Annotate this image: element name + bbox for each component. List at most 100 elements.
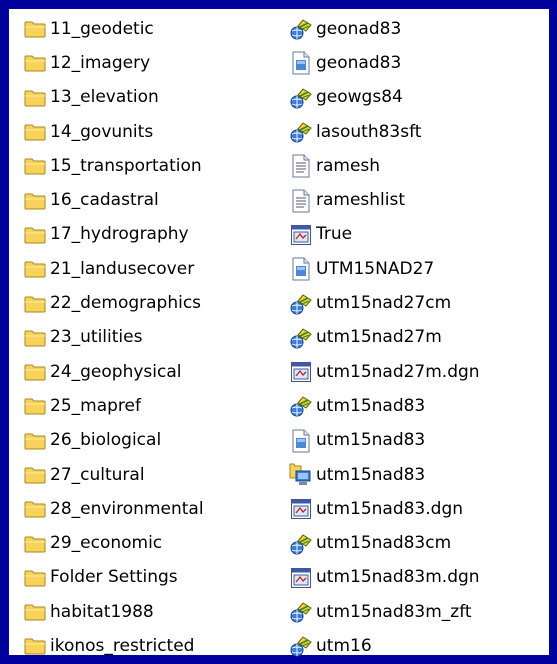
- folder-icon: [23, 360, 47, 384]
- file-item[interactable]: geowgs84: [289, 81, 547, 115]
- file-item-label: utm15nad83: [316, 395, 426, 416]
- folder-item[interactable]: Folder Settings: [23, 561, 283, 595]
- projection-file-icon: [289, 634, 313, 658]
- folder-icon: [23, 497, 47, 521]
- folder-item[interactable]: 14_govunits: [23, 115, 283, 149]
- file-item-label: geonad83: [316, 18, 402, 39]
- file-item[interactable]: utm15nad83: [289, 389, 547, 423]
- folder-item-label: 13_elevation: [50, 87, 159, 108]
- shortcut-monitor-icon: [289, 463, 313, 487]
- dgn-file-icon: [289, 497, 313, 521]
- folder-icon: [23, 600, 47, 624]
- text-file-icon: [289, 154, 313, 178]
- folder-item[interactable]: 24_geophysical: [23, 355, 283, 389]
- folder-item[interactable]: 13_elevation: [23, 81, 283, 115]
- folder-item-label: 26_biological: [50, 430, 162, 451]
- folder-icon: [23, 17, 47, 41]
- file-item-label: utm15nad27cm: [316, 293, 452, 314]
- file-item-label: ramesh: [316, 155, 381, 176]
- folder-item[interactable]: 17_hydrography: [23, 218, 283, 252]
- folder-icon: [23, 429, 47, 453]
- file-item[interactable]: utm15nad83m_zft: [289, 595, 547, 629]
- file-item[interactable]: utm15nad27cm: [289, 286, 547, 320]
- folder-item[interactable]: 11_geodetic: [23, 12, 283, 46]
- folder-item[interactable]: 15_transportation: [23, 149, 283, 183]
- folder-icon: [23, 154, 47, 178]
- folder-icon: [23, 292, 47, 316]
- folder-item-label: Folder Settings: [50, 567, 178, 588]
- folder-item-label: ikonos_restricted: [50, 635, 195, 656]
- projection-file-icon: [289, 120, 313, 144]
- dgn-file-icon: [289, 223, 313, 247]
- projection-file-icon: [289, 86, 313, 110]
- folder-item-label: habitat1988: [50, 601, 154, 622]
- file-item[interactable]: True: [289, 218, 547, 252]
- folder-item-label: 23_utilities: [50, 327, 143, 348]
- file-item[interactable]: utm15nad83cm: [289, 526, 547, 560]
- folder-item[interactable]: 12_imagery: [23, 46, 283, 80]
- folder-item[interactable]: habitat1988: [23, 595, 283, 629]
- folder-item-label: 22_demographics: [50, 293, 202, 314]
- folder-item[interactable]: 29_economic: [23, 526, 283, 560]
- file-item-label: UTM15NAD27: [316, 258, 435, 279]
- file-item[interactable]: utm15nad27m.dgn: [289, 355, 547, 389]
- file-item[interactable]: ramesh: [289, 149, 547, 183]
- file-item[interactable]: utm15nad83: [289, 458, 547, 492]
- file-item[interactable]: geonad83: [289, 46, 547, 80]
- projection-file-icon: [289, 600, 313, 624]
- folder-item-label: 24_geophysical: [50, 361, 182, 382]
- file-list-panel: 11_geodetic 12_imagery 13_elevation 14_govu…: [9, 9, 549, 657]
- folder-item[interactable]: 16_cadastral: [23, 183, 283, 217]
- folder-item-label: 16_cadastral: [50, 190, 159, 211]
- folder-icon: [23, 86, 47, 110]
- file-item[interactable]: utm15nad83m.dgn: [289, 561, 547, 595]
- file-item-label: True: [316, 224, 353, 245]
- document-file-icon: [289, 429, 313, 453]
- file-item-label: geowgs84: [316, 87, 403, 108]
- dgn-file-icon: [289, 566, 313, 590]
- file-item[interactable]: geonad83: [289, 12, 547, 46]
- file-item[interactable]: rameshlist: [289, 183, 547, 217]
- file-item[interactable]: lasouth83sft: [289, 115, 547, 149]
- folder-item-label: 17_hydrography: [50, 224, 189, 245]
- folder-icon: [23, 326, 47, 350]
- file-item-label: utm15nad83.dgn: [316, 498, 464, 519]
- folder-item-label: 12_imagery: [50, 52, 151, 73]
- folder-item[interactable]: 23_utilities: [23, 321, 283, 355]
- folder-item[interactable]: 22_demographics: [23, 286, 283, 320]
- file-item-label: utm16: [316, 635, 372, 656]
- folder-icon: [23, 394, 47, 418]
- file-item-label: utm15nad27m: [316, 327, 442, 348]
- folder-icon: [23, 566, 47, 590]
- folder-item[interactable]: 28_environmental: [23, 492, 283, 526]
- folder-icon: [23, 532, 47, 556]
- folder-item[interactable]: 21_landusecover: [23, 252, 283, 286]
- projection-file-icon: [289, 326, 313, 350]
- folder-item[interactable]: ikonos_restricted: [23, 629, 283, 663]
- document-file-icon: [289, 257, 313, 281]
- folder-icon: [23, 189, 47, 213]
- folder-item-label: 14_govunits: [50, 121, 154, 142]
- folder-icon: [23, 223, 47, 247]
- file-item[interactable]: utm15nad83.dgn: [289, 492, 547, 526]
- folder-item-label: 29_economic: [50, 533, 163, 554]
- folder-item-label: 15_transportation: [50, 155, 202, 176]
- folder-item-label: 25_mapref: [50, 395, 141, 416]
- projection-file-icon: [289, 394, 313, 418]
- file-item[interactable]: utm16: [289, 629, 547, 663]
- projection-file-icon: [289, 17, 313, 41]
- folder-icon: [23, 634, 47, 658]
- folder-item[interactable]: 27_cultural: [23, 458, 283, 492]
- dgn-file-icon: [289, 360, 313, 384]
- file-item[interactable]: utm15nad83: [289, 424, 547, 458]
- file-item[interactable]: utm15nad27m: [289, 321, 547, 355]
- file-item-label: geonad83: [316, 52, 402, 73]
- folder-item-label: 28_environmental: [50, 498, 204, 519]
- file-item[interactable]: UTM15NAD27: [289, 252, 547, 286]
- folder-item[interactable]: 26_biological: [23, 424, 283, 458]
- file-item-label: lasouth83sft: [316, 121, 422, 142]
- folder-item[interactable]: 25_mapref: [23, 389, 283, 423]
- folder-icon: [23, 463, 47, 487]
- folder-column: 11_geodetic 12_imagery 13_elevation 14_govu…: [23, 12, 283, 664]
- file-item-label: utm15nad83: [316, 430, 426, 451]
